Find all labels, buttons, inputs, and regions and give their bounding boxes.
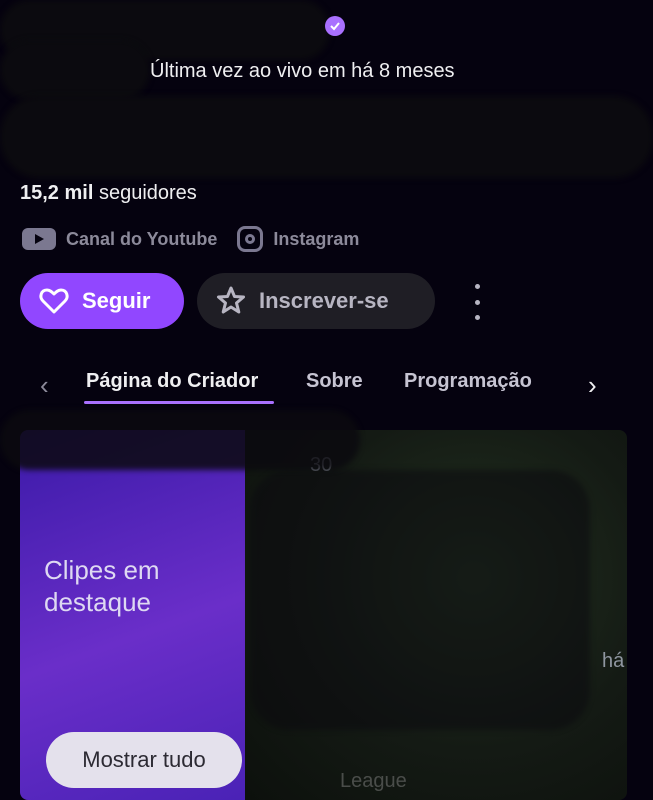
tab-about[interactable]: Sobre: [306, 370, 363, 393]
show-all-button[interactable]: Mostrar tudo: [46, 732, 242, 788]
verified-badge-icon: [325, 16, 345, 36]
redacted-section-header: [0, 410, 360, 470]
follow-button[interactable]: Seguir: [20, 273, 184, 329]
followers-number: 15,2 mil: [20, 182, 94, 204]
heart-icon: [39, 288, 69, 314]
youtube-link-label: Canal do Youtube: [66, 228, 218, 249]
tab-creator-page[interactable]: Página do Criador: [86, 370, 258, 393]
active-tab-indicator: [84, 401, 274, 404]
subscribe-button-label: Inscrever-se: [259, 288, 389, 313]
star-icon: [217, 286, 245, 314]
follow-button-label: Seguir: [82, 288, 151, 313]
redacted-description: [0, 96, 653, 178]
followers-count: 15,2 mil seguidores: [20, 182, 197, 205]
chevron-right-icon[interactable]: ›: [588, 370, 597, 401]
chevron-left-icon[interactable]: ‹: [40, 370, 49, 401]
youtube-icon: [22, 228, 56, 250]
clip-game: League: [340, 770, 407, 792]
followers-label: seguidores: [98, 182, 197, 204]
more-options-icon[interactable]: [466, 284, 488, 320]
instagram-icon: [237, 226, 264, 252]
featured-clips-title: Clipes em destaque: [44, 555, 160, 617]
instagram-link-label: Instagram: [273, 228, 360, 249]
redacted-avatar-name: [0, 40, 150, 100]
instagram-link[interactable]: Instagram: [237, 226, 359, 252]
subscribe-button[interactable]: Inscrever-se: [197, 273, 435, 329]
redacted-card-overlay: [250, 470, 590, 730]
clip-age: há: [602, 650, 625, 672]
youtube-link[interactable]: Canal do Youtube: [22, 228, 217, 250]
channel-tabs: ‹ Página do Criador Sobre Programação ›: [40, 360, 620, 408]
last-live-text: Última vez ao vivo em há 8 meses: [150, 60, 455, 82]
tab-schedule[interactable]: Programação: [404, 370, 532, 393]
social-links: Canal do Youtube Instagram: [22, 226, 359, 252]
